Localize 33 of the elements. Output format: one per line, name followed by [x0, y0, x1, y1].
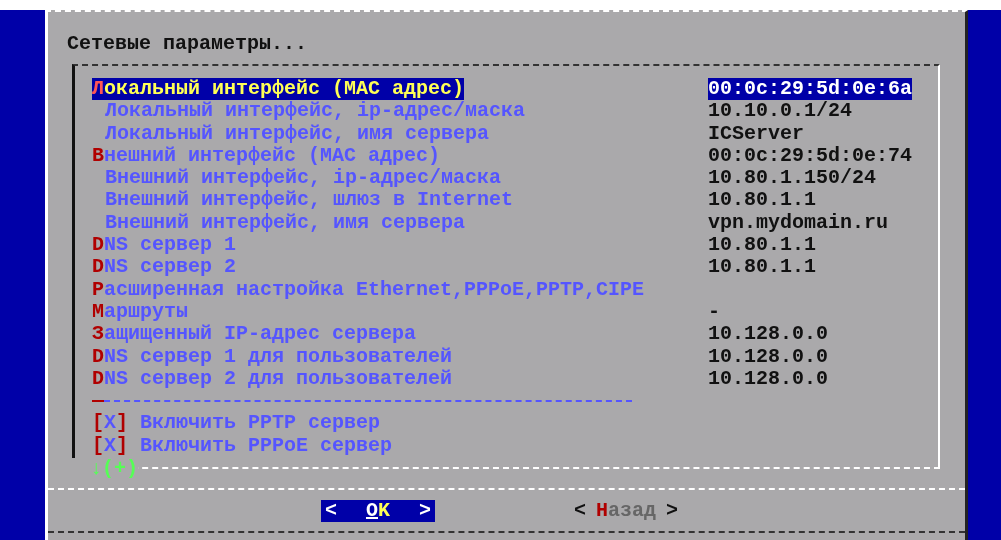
field-value: 10.10.0.1/24	[708, 100, 853, 123]
field-value: 10.80.1.150/24	[708, 167, 877, 190]
checkbox-option[interactable]: [X] Включить PPPoE сервер	[92, 434, 393, 458]
menu-item[interactable]: Внешний интерфейс, ip-адрес/маска	[105, 167, 502, 190]
field-value: 10.80.1.1	[708, 256, 817, 279]
menu-item[interactable]: Локальный интерфейс, ip-адрес/маска	[105, 100, 526, 123]
checkbox-option[interactable]: [X] Включить PPTP сервер	[92, 412, 381, 435]
ok-button[interactable]: < OK >	[321, 499, 435, 522]
field-value: -	[708, 300, 720, 324]
field-value: vpn.mydomain.ru	[708, 211, 889, 235]
field-value: 10.80.1.1	[708, 234, 817, 257]
menu-item[interactable]: Внешний интерфейс, шлюз в Internet	[105, 189, 514, 212]
menu-item[interactable]: DNS сервер 1	[92, 234, 237, 257]
back-button[interactable]: < Назад >	[570, 499, 683, 522]
field-value: 10.128.0.0	[708, 345, 829, 368]
field-value: 10.80.1.1	[708, 189, 817, 212]
menu-item[interactable]: DNS сервер 2 для пользователей	[92, 367, 453, 391]
field-value: 00:0c:29:5d:0e:74	[708, 144, 913, 168]
field-value: 00:0c:29:5d:0e:6a	[708, 78, 913, 101]
menu-item[interactable]: Внешний интерфейс (MAC адрес)	[92, 144, 441, 168]
menu-item[interactable]: DNS сервер 2	[92, 256, 237, 279]
menu-item[interactable]: Маршруты	[92, 300, 189, 324]
menu-item[interactable]: Локальный интерфейс, имя сервера	[105, 122, 490, 145]
menu-item[interactable]: Защищенный IP-адрес сервера	[92, 323, 417, 346]
field-value: 10.128.0.0	[708, 367, 829, 391]
menu-item[interactable]: Внешний интерфейс, имя сервера	[105, 211, 466, 235]
menu-item[interactable]: Локальный интерфейс (MAC адрес)	[92, 78, 465, 101]
menu-item[interactable]: DNS сервер 1 для пользователей	[92, 345, 453, 368]
menu-item[interactable]: Расширенная настройка Ethernet,PPPoE,PPTP,CIPE	[92, 278, 645, 301]
field-value: 10.128.0.0	[708, 323, 829, 346]
scroll-indicator: ↓(+)	[72, 458, 138, 480]
dialog-title: Сетевые параметры...	[67, 32, 309, 56]
field-value: ICServer	[708, 122, 804, 145]
